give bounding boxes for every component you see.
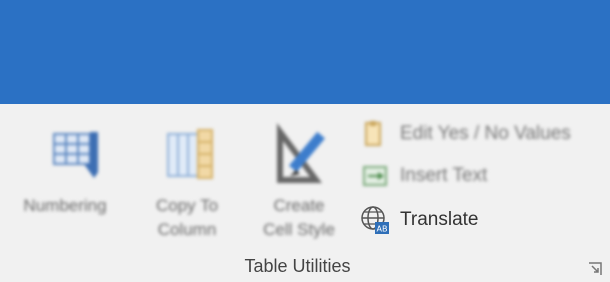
copy-to-column-button[interactable]: Copy To Column [132, 114, 242, 264]
create-cell-style-label: Create Cell Style [263, 196, 335, 239]
svg-text:AB: AB [377, 225, 388, 234]
insert-text-icon [363, 166, 387, 186]
translate-label: Translate [400, 209, 479, 230]
create-cell-style-button[interactable]: Create Cell Style [244, 114, 354, 264]
translate-button[interactable]: AB Translate [360, 202, 479, 238]
numbering-button[interactable]: Numbering [10, 114, 120, 264]
ribbon-panel: Numbering Copy To Column Create Cell Sty… [0, 104, 610, 282]
edit-yes-no-values-button[interactable]: Edit Yes / No Values [360, 116, 571, 152]
create-cell-style-icon [277, 123, 325, 183]
group-label: Table Utilities [244, 256, 351, 276]
numbering-icon [53, 132, 98, 178]
edit-yes-no-icon [365, 121, 381, 146]
edit-yes-no-values-label: Edit Yes / No Values [400, 123, 571, 144]
numbering-label: Numbering [23, 196, 107, 215]
insert-text-button[interactable]: Insert Text [360, 158, 487, 194]
window-titlebar [0, 0, 610, 104]
copy-to-column-label: Copy To Column [155, 196, 219, 239]
insert-text-label: Insert Text [400, 165, 488, 186]
translate-globe-icon: AB [361, 206, 389, 234]
copy-to-column-icon [167, 129, 213, 179]
dialog-launcher-icon[interactable] [588, 262, 602, 276]
